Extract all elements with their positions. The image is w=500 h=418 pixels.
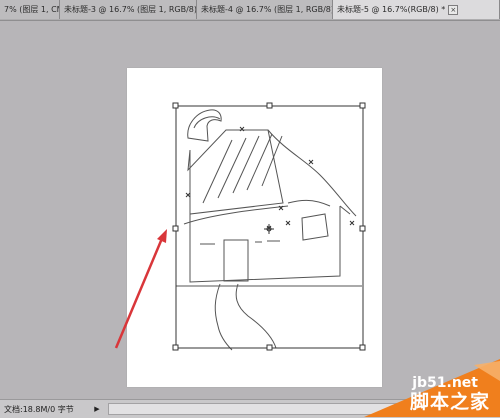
window [301, 213, 329, 241]
reference-point-icon [264, 224, 274, 234]
path-right [235, 283, 277, 349]
path-left [214, 283, 233, 351]
handle-top-middle[interactable] [266, 102, 273, 109]
anchor-markers [185, 126, 355, 231]
handle-bottom-middle[interactable] [266, 344, 273, 351]
chimney [187, 109, 222, 142]
status-menu-arrow-icon[interactable]: ▶ [92, 403, 102, 415]
door [223, 239, 249, 282]
handle-middle-left[interactable] [172, 225, 179, 232]
handle-top-left[interactable] [172, 102, 179, 109]
annotation-arrow [114, 229, 167, 349]
handle-bottom-left[interactable] [172, 344, 179, 351]
watermark-name: 脚本之家 [409, 391, 490, 413]
handle-middle-right[interactable] [359, 225, 366, 232]
roof [187, 129, 284, 215]
drawing-layer [114, 102, 366, 351]
handle-top-right[interactable] [359, 102, 366, 109]
document-size-info: 文档:18.8M/0 字节 [4, 404, 74, 414]
watermark: jb51.net 脚本之家 [364, 359, 500, 417]
handle-bottom-right[interactable] [359, 344, 366, 351]
